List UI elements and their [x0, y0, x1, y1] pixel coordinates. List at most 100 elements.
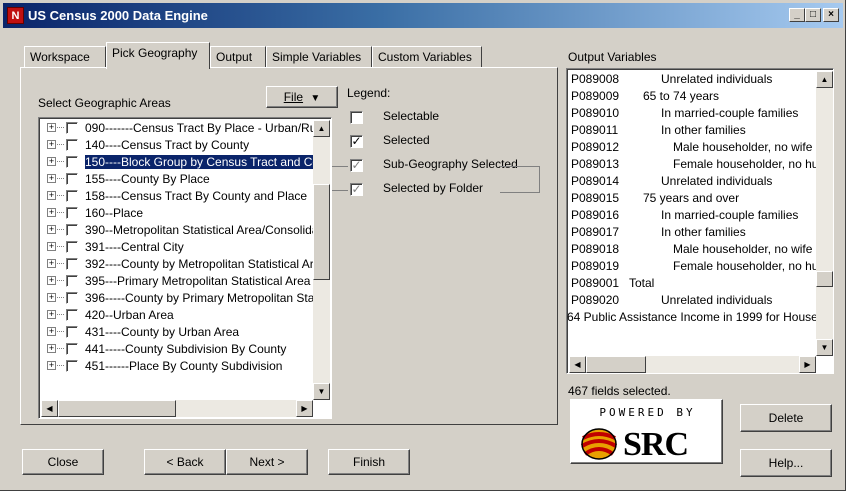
scroll-thumb[interactable]	[313, 184, 330, 280]
variable-description: In married-couple families	[661, 208, 799, 222]
tab-custom-variables[interactable]: Custom Variables	[372, 46, 482, 68]
geography-checkbox[interactable]	[66, 173, 78, 185]
geography-horizontal-scrollbar[interactable]: ◀ ▶	[41, 400, 313, 417]
list-item[interactable]: + 160--Place	[41, 205, 315, 221]
list-item[interactable]: + 451------Place By County Subdivision	[41, 358, 315, 374]
next-button[interactable]: Next >	[226, 449, 308, 475]
geography-vertical-scrollbar[interactable]: ▲ ▼	[313, 120, 330, 400]
variable-description: In married-couple families	[661, 106, 799, 120]
geography-checkbox[interactable]	[66, 156, 78, 168]
scroll-down-icon[interactable]: ▼	[313, 383, 330, 400]
list-item[interactable]: + 441-----County Subdivision By County	[41, 341, 315, 357]
variable-description: Male householder, no wife present	[673, 140, 833, 154]
geography-checkbox[interactable]	[66, 292, 78, 304]
list-item[interactable]: + 155----County By Place	[41, 171, 315, 187]
title-bar[interactable]: N US Census 2000 Data Engine _ □ ×	[3, 3, 843, 28]
expand-icon[interactable]: +	[47, 310, 56, 319]
variable-description: Male householder, no wife present	[673, 242, 833, 256]
geography-label: 396-----County by Primary Metropolitan S…	[85, 291, 315, 305]
geography-list[interactable]: + 090-------Census Tract By Place - Urba…	[38, 117, 332, 419]
expand-icon[interactable]: +	[47, 327, 56, 336]
finish-button[interactable]: Finish	[328, 449, 410, 475]
scroll-left-icon[interactable]: ◀	[569, 356, 586, 373]
globe-icon	[580, 428, 618, 460]
expand-icon[interactable]: +	[47, 123, 56, 132]
scroll-up-icon[interactable]: ▲	[313, 120, 330, 137]
geography-label: 140----Census Tract by County	[85, 138, 250, 152]
variable-code: P089009	[571, 89, 620, 103]
geography-checkbox[interactable]	[66, 343, 78, 355]
variable-code: P089020	[571, 293, 620, 307]
delete-button[interactable]: Delete	[740, 404, 832, 432]
geography-label: 090-------Census Tract By Place - Urban/…	[85, 121, 315, 135]
expand-icon[interactable]: +	[47, 293, 56, 302]
expand-icon[interactable]: +	[47, 259, 56, 268]
scroll-up-icon[interactable]: ▲	[816, 71, 833, 88]
list-item[interactable]: + 390--Metropolitan Statistical Area/Con…	[41, 222, 315, 238]
file-button-label: File	[283, 90, 304, 104]
expand-icon[interactable]: +	[47, 361, 56, 370]
scroll-right-icon[interactable]: ▶	[296, 400, 313, 417]
tab-output[interactable]: Output	[210, 46, 266, 68]
main-window: N US Census 2000 Data Engine _ □ × Works…	[0, 0, 846, 491]
legend-selectable-label: Selectable	[383, 109, 440, 123]
geography-checkbox[interactable]	[66, 224, 78, 236]
geography-checkbox[interactable]	[66, 207, 78, 219]
expand-icon[interactable]: +	[47, 225, 56, 234]
list-item[interactable]: + 391----Central City	[41, 239, 315, 255]
geography-checkbox[interactable]	[66, 190, 78, 202]
tab-pick-geography[interactable]: Pick Geography	[106, 42, 210, 69]
expand-icon[interactable]: +	[47, 242, 56, 251]
scroll-right-icon[interactable]: ▶	[799, 356, 816, 373]
expand-icon[interactable]: +	[47, 140, 56, 149]
geography-checkbox[interactable]	[66, 309, 78, 321]
expand-icon[interactable]: +	[47, 344, 56, 353]
variable-description: 65 to 74 years	[643, 89, 720, 103]
minimize-button[interactable]: _	[789, 8, 805, 22]
scroll-thumb[interactable]	[58, 400, 176, 417]
tab-workspace[interactable]: Workspace	[24, 46, 106, 68]
geography-checkbox[interactable]	[66, 258, 78, 270]
expand-icon[interactable]: +	[47, 276, 56, 285]
back-button[interactable]: < Back	[144, 449, 226, 475]
list-item[interactable]: + 395---Primary Metropolitan Statistical…	[41, 273, 315, 289]
list-item[interactable]: + 090-------Census Tract By Place - Urba…	[41, 120, 315, 136]
list-item[interactable]: + 158----Census Tract By County and Plac…	[41, 188, 315, 204]
scroll-left-icon[interactable]: ◀	[41, 400, 58, 417]
variable-description: Unrelated individuals	[661, 72, 773, 86]
file-menu-button[interactable]: File ▼	[266, 86, 338, 108]
list-item[interactable]: + 140----Census Tract by County	[41, 137, 315, 153]
geography-checkbox[interactable]	[66, 360, 78, 372]
geography-checkbox[interactable]	[66, 275, 78, 287]
tab-simple-variables[interactable]: Simple Variables	[266, 46, 372, 68]
geography-checkbox[interactable]	[66, 139, 78, 151]
geography-label: 150----Block Group by Census Tract and C…	[84, 154, 316, 170]
help-button[interactable]: Help...	[740, 449, 832, 477]
geography-checkbox[interactable]	[66, 241, 78, 253]
list-item[interactable]: + 150----Block Group by Census Tract and…	[41, 154, 316, 170]
output-horizontal-scrollbar[interactable]: ◀ ▶	[569, 356, 816, 373]
maximize-button[interactable]: □	[805, 8, 821, 22]
geography-checkbox[interactable]	[66, 122, 78, 134]
output-vertical-scrollbar[interactable]: ▲ ▼	[816, 71, 833, 356]
expand-icon[interactable]: +	[47, 208, 56, 217]
list-item[interactable]: + 420--Urban Area	[41, 307, 315, 323]
output-variables-list[interactable]: P089008 Unrelated individuals P089009 65 t…	[566, 68, 834, 374]
expand-icon[interactable]: +	[47, 191, 56, 200]
list-item[interactable]: + 392----County by Metropolitan Statisti…	[41, 256, 315, 272]
list-item[interactable]: + 431----County by Urban Area	[41, 324, 315, 340]
expand-icon[interactable]: +	[47, 157, 56, 166]
legend-selected-box: ✓	[350, 134, 363, 148]
scroll-thumb[interactable]	[816, 271, 833, 287]
scroll-down-icon[interactable]: ▼	[816, 339, 833, 356]
variable-code: P089012	[571, 140, 620, 154]
geography-checkbox[interactable]	[66, 326, 78, 338]
output-heading: Output Variables	[568, 50, 657, 64]
close-window-button[interactable]: ×	[823, 8, 839, 22]
legend-subgeo-box: ✓	[350, 158, 363, 172]
close-button[interactable]: Close	[22, 449, 104, 475]
scroll-thumb[interactable]	[586, 356, 646, 373]
list-item[interactable]: + 396-----County by Primary Metropolitan…	[41, 290, 315, 306]
expand-icon[interactable]: +	[47, 174, 56, 183]
legend-bracket	[500, 166, 540, 193]
